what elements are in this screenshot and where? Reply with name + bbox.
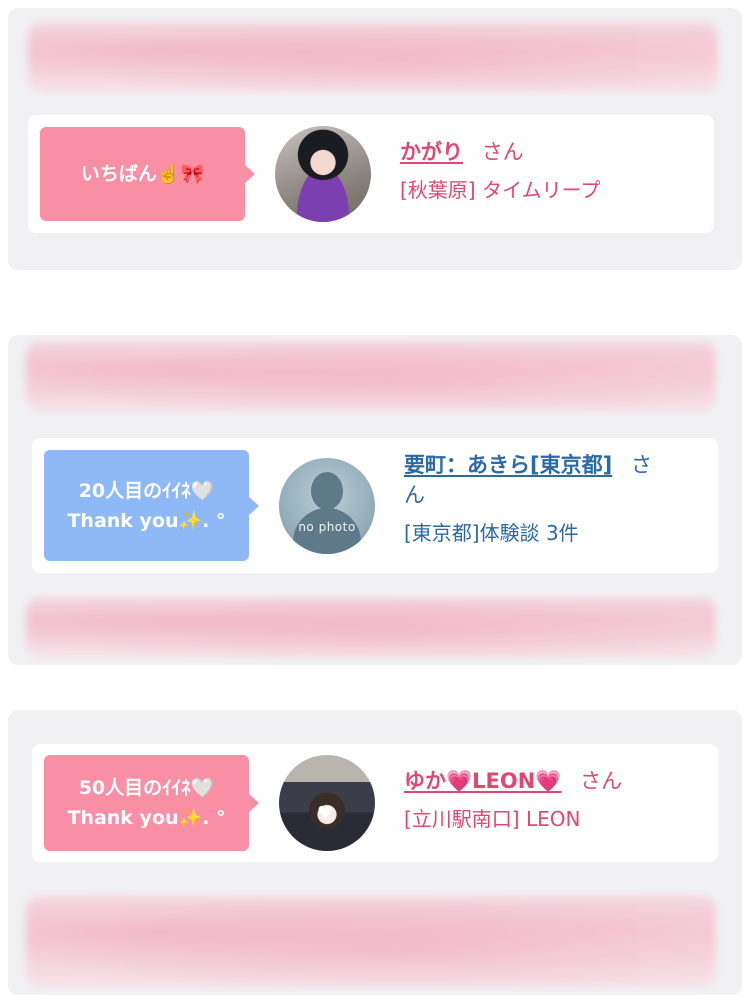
like-panel-2: 20人目のｲｲﾈ🤍 Thank you✨. ° no photo 要町：あきら[…: [8, 335, 742, 665]
user-name-link-2[interactable]: 要町：あきら[東京都]: [404, 453, 612, 477]
badge-line: 20人目のｲｲﾈ🤍: [78, 479, 215, 502]
user-name-link-1[interactable]: かがり: [400, 140, 463, 164]
user-info-2: 要町：あきら[東京都] さ ん [東京都]体験談 3件: [404, 450, 694, 548]
honorific: さん: [580, 769, 623, 793]
user-detail-1: [秋葉原] タイムリープ: [400, 178, 601, 202]
blurred-content: [26, 896, 716, 986]
silhouette-icon: [311, 472, 343, 510]
user-avatar-1[interactable]: [275, 126, 371, 222]
rank-badge-2: 20人目のｲｲﾈ🤍 Thank you✨. °: [44, 450, 259, 561]
badge-line: 50人目のｲｲﾈ🤍: [78, 777, 215, 799]
badge-line: いちばん☝️🎀: [80, 163, 205, 185]
user-name-link-3[interactable]: ゆか💗LEON💗: [404, 769, 561, 793]
user-info-1: かがり さん [秋葉原] タイムリープ: [400, 137, 700, 205]
user-avatar-3[interactable]: ♥: [279, 755, 375, 851]
honorific: さん: [481, 140, 524, 164]
no-photo-label: no photo: [298, 520, 356, 534]
page: いちばん☝️🎀 かがり さん [秋葉原] タイムリープ 20人目のｲｲﾈ🤍 Th…: [0, 0, 750, 1000]
badge-line: Thank you✨. °: [67, 509, 226, 532]
user-avatar-2[interactable]: no photo: [279, 458, 375, 554]
rank-badge-3: 50人目のｲｲﾈ🤍 Thank you✨. °: [44, 755, 259, 851]
like-panel-3: 50人目のｲｲﾈ🤍 Thank you✨. ° ♥ ゆか💗LEON💗 さん [立…: [8, 710, 742, 995]
heart-icon: ♥: [317, 803, 334, 824]
like-card-1[interactable]: いちばん☝️🎀 かがり さん [秋葉原] タイムリープ: [28, 115, 714, 233]
rank-badge-1: いちばん☝️🎀: [40, 127, 255, 221]
badge-line: Thank you✨. °: [67, 807, 226, 829]
user-detail-2: [東京都]体験談 3件: [404, 521, 579, 545]
user-info-3: ゆか💗LEON💗 さん [立川駅南口] LEON: [404, 766, 704, 834]
blurred-content: [26, 341, 716, 411]
blurred-content: [28, 22, 718, 92]
like-panel-1: いちばん☝️🎀 かがり さん [秋葉原] タイムリープ: [8, 8, 742, 270]
like-card-2[interactable]: 20人目のｲｲﾈ🤍 Thank you✨. ° no photo 要町：あきら[…: [32, 438, 718, 573]
user-detail-3: [立川駅南口] LEON: [404, 807, 581, 831]
like-card-3[interactable]: 50人目のｲｲﾈ🤍 Thank you✨. ° ♥ ゆか💗LEON💗 さん [立…: [32, 744, 718, 862]
blurred-content: [26, 597, 716, 657]
